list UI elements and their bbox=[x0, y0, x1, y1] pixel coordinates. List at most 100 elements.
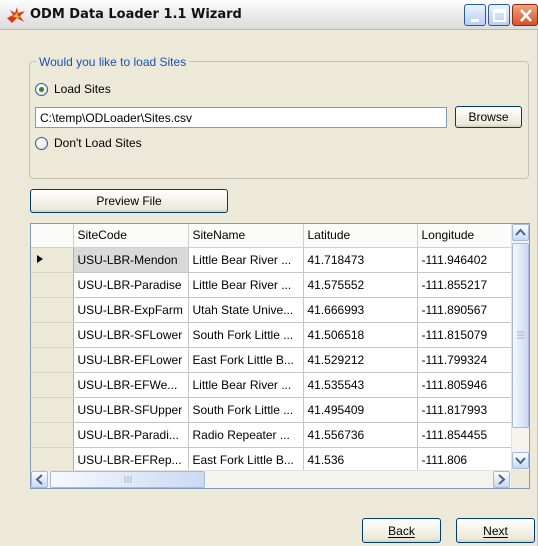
title-bar[interactable]: ODM Data Loader 1.1 Wizard bbox=[0, 0, 538, 30]
scroll-right-button[interactable] bbox=[493, 471, 510, 488]
horizontal-scrollbar[interactable] bbox=[31, 470, 511, 488]
table-row[interactable]: USU-LBR-SFLower South Fork Little ... 41… bbox=[31, 322, 512, 348]
browse-label: Browse bbox=[468, 110, 509, 124]
vertical-scrollbar[interactable] bbox=[511, 224, 529, 470]
load-sites-label: Load Sites bbox=[54, 82, 111, 96]
load-sites-radio[interactable] bbox=[35, 83, 48, 96]
back-button[interactable]: Back bbox=[362, 518, 441, 543]
cell-sitename[interactable]: East Fork Little B... bbox=[188, 347, 304, 373]
scroll-left-button[interactable] bbox=[31, 471, 48, 488]
cell-longitude[interactable]: -111.805946 bbox=[417, 372, 512, 398]
row-header-corner bbox=[31, 224, 74, 248]
cell-sitecode[interactable]: USU-LBR-ExpFarm bbox=[73, 297, 189, 323]
cell-longitude[interactable]: -111.946402 bbox=[417, 247, 512, 273]
row-header[interactable] bbox=[31, 247, 74, 273]
cell-sitename[interactable]: Radio Repeater ... bbox=[188, 422, 304, 448]
cell-latitude[interactable]: 41.506518 bbox=[303, 322, 418, 348]
cell-sitecode[interactable]: USU-LBR-Paradise bbox=[73, 272, 189, 298]
minimize-button[interactable] bbox=[464, 4, 486, 26]
chevron-up-icon bbox=[515, 228, 526, 236]
cell-sitecode[interactable]: USU-LBR-SFLower bbox=[73, 322, 189, 348]
cell-sitecode[interactable]: USU-LBR-EFRep... bbox=[73, 447, 189, 473]
preview-file-button[interactable]: Preview File bbox=[30, 189, 228, 213]
close-button[interactable] bbox=[512, 4, 538, 26]
dont-load-sites-label: Don't Load Sites bbox=[54, 136, 142, 150]
cell-sitename[interactable]: South Fork Little ... bbox=[188, 397, 304, 423]
table-row[interactable]: USU-LBR-Paradise Little Bear River ... 4… bbox=[31, 272, 512, 298]
minimize-icon bbox=[471, 19, 479, 22]
cell-sitecode[interactable]: USU-LBR-EFLower bbox=[73, 347, 189, 373]
cell-sitename[interactable]: Little Bear River ... bbox=[188, 247, 304, 273]
cell-latitude[interactable]: 41.529212 bbox=[303, 347, 418, 373]
current-row-arrow-icon bbox=[37, 254, 43, 263]
cell-latitude[interactable]: 41.556736 bbox=[303, 422, 418, 448]
grip-icon bbox=[124, 476, 132, 483]
cell-sitename[interactable]: South Fork Little ... bbox=[188, 322, 304, 348]
row-header[interactable] bbox=[31, 347, 74, 373]
group-legend: Would you like to load Sites bbox=[36, 55, 190, 69]
cell-sitecode[interactable]: USU-LBR-SFUpper bbox=[73, 397, 189, 423]
data-grid[interactable]: SiteCode SiteName Latitude Longitude USU… bbox=[30, 223, 530, 489]
table-row[interactable]: USU-LBR-EFRep... East Fork Little B... 4… bbox=[31, 447, 512, 473]
chevron-right-icon bbox=[498, 474, 506, 485]
cell-latitude[interactable]: 41.495409 bbox=[303, 397, 418, 423]
cell-longitude[interactable]: -111.806 bbox=[417, 447, 512, 473]
column-header-longitude[interactable]: Longitude bbox=[417, 224, 512, 248]
cell-sitecode[interactable]: USU-LBR-Mendon bbox=[73, 247, 189, 273]
cell-sitename[interactable]: Utah State Unive... bbox=[188, 297, 304, 323]
table-row[interactable]: USU-LBR-Paradi... Radio Repeater ... 41.… bbox=[31, 422, 512, 448]
preview-file-label: Preview File bbox=[96, 194, 162, 208]
row-header[interactable] bbox=[31, 422, 74, 448]
window-title: ODM Data Loader 1.1 Wizard bbox=[30, 7, 242, 22]
column-header-sitename[interactable]: SiteName bbox=[188, 224, 304, 248]
row-header[interactable] bbox=[31, 322, 74, 348]
scroll-corner bbox=[511, 470, 529, 488]
next-button[interactable]: Next bbox=[456, 518, 535, 543]
table-row[interactable]: USU-LBR-SFUpper South Fork Little ... 41… bbox=[31, 397, 512, 423]
cell-latitude[interactable]: 41.666993 bbox=[303, 297, 418, 323]
next-label: Next bbox=[483, 523, 508, 538]
cell-longitude[interactable]: -111.854455 bbox=[417, 422, 512, 448]
scroll-down-button[interactable] bbox=[512, 452, 529, 469]
maximize-button[interactable] bbox=[488, 4, 510, 26]
grip-icon bbox=[517, 331, 524, 339]
row-header[interactable] bbox=[31, 372, 74, 398]
cell-sitename[interactable]: Little Bear River ... bbox=[188, 372, 304, 398]
grid-table: SiteCode SiteName Latitude Longitude USU… bbox=[31, 224, 512, 473]
cell-latitude[interactable]: 41.575552 bbox=[303, 272, 418, 298]
chevron-left-icon bbox=[35, 474, 43, 485]
browse-button[interactable]: Browse bbox=[455, 106, 522, 128]
maximize-icon bbox=[493, 9, 506, 22]
horizontal-scroll-thumb[interactable] bbox=[50, 471, 205, 488]
cell-latitude[interactable]: 41.536 bbox=[303, 447, 418, 473]
back-label: Back bbox=[388, 523, 415, 538]
cell-longitude[interactable]: -111.815079 bbox=[417, 322, 512, 348]
column-header-latitude[interactable]: Latitude bbox=[303, 224, 418, 248]
table-row[interactable]: USU-LBR-Mendon Little Bear River ... 41.… bbox=[31, 247, 512, 273]
table-row[interactable]: USU-LBR-ExpFarm Utah State Unive... 41.6… bbox=[31, 297, 512, 323]
wizard-window: ODM Data Loader 1.1 Wizard Would you lik… bbox=[0, 0, 538, 546]
cell-sitecode[interactable]: USU-LBR-Paradi... bbox=[73, 422, 189, 448]
close-icon bbox=[520, 9, 532, 22]
cell-sitename[interactable]: Little Bear River ... bbox=[188, 272, 304, 298]
dont-load-sites-radio[interactable] bbox=[35, 137, 48, 150]
column-header-sitecode[interactable]: SiteCode bbox=[73, 224, 189, 248]
row-header[interactable] bbox=[31, 397, 74, 423]
scroll-up-button[interactable] bbox=[512, 224, 529, 241]
grid-header-row: SiteCode SiteName Latitude Longitude bbox=[31, 224, 512, 248]
cell-sitename[interactable]: East Fork Little B... bbox=[188, 447, 304, 473]
file-path-input[interactable]: C:\temp\ODLoader\Sites.csv bbox=[35, 107, 447, 128]
cell-latitude[interactable]: 41.535543 bbox=[303, 372, 418, 398]
cell-longitude[interactable]: -111.799324 bbox=[417, 347, 512, 373]
cell-latitude[interactable]: 41.718473 bbox=[303, 247, 418, 273]
cell-longitude[interactable]: -111.817993 bbox=[417, 397, 512, 423]
row-header[interactable] bbox=[31, 447, 74, 473]
row-header[interactable] bbox=[31, 297, 74, 323]
cell-sitecode[interactable]: USU-LBR-EFWe... bbox=[73, 372, 189, 398]
cell-longitude[interactable]: -111.855217 bbox=[417, 272, 512, 298]
cell-longitude[interactable]: -111.890567 bbox=[417, 297, 512, 323]
vertical-scroll-thumb[interactable] bbox=[512, 243, 529, 428]
row-header[interactable] bbox=[31, 272, 74, 298]
table-row[interactable]: USU-LBR-EFWe... Little Bear River ... 41… bbox=[31, 372, 512, 398]
table-row[interactable]: USU-LBR-EFLower East Fork Little B... 41… bbox=[31, 347, 512, 373]
